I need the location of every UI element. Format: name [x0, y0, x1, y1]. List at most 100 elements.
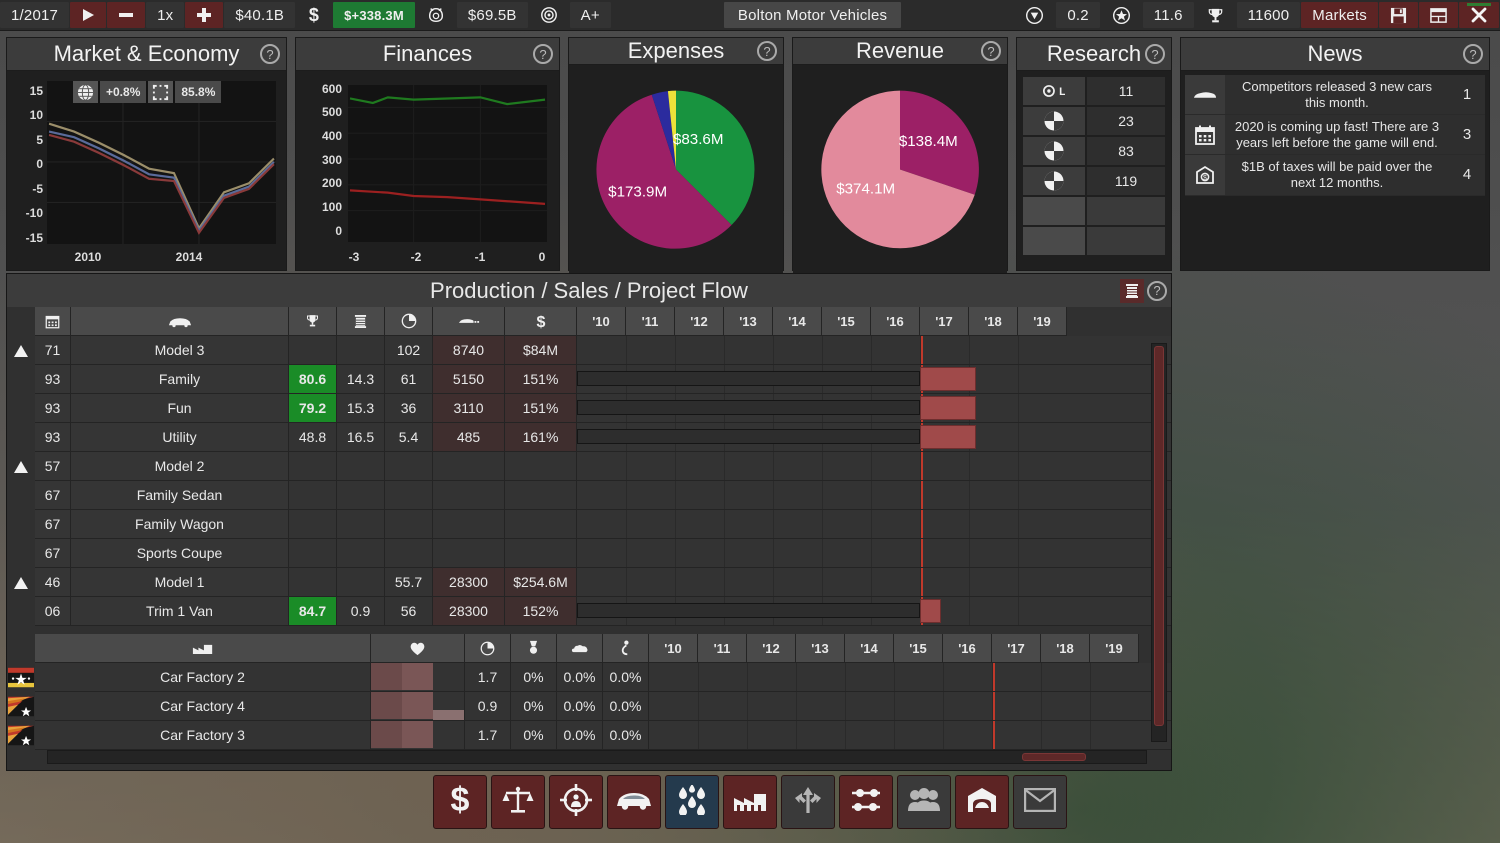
play-button[interactable]: [70, 2, 106, 28]
help-icon[interactable]: ?: [981, 41, 1001, 61]
col-header-workers[interactable]: [603, 634, 649, 663]
news-item[interactable]: $ $1B of taxes will be paid over the nex…: [1185, 155, 1485, 195]
speed-up-button[interactable]: [185, 2, 223, 28]
table-row[interactable]: 93Family80.614.3615150151%: [7, 365, 1171, 394]
horizontal-scrollbar[interactable]: [47, 750, 1147, 764]
factory-timeline-cell[interactable]: [649, 721, 1171, 750]
speed-down-button[interactable]: [107, 2, 145, 28]
trophy-icon[interactable]: [1195, 2, 1236, 28]
col-header-condition[interactable]: [371, 634, 465, 663]
window-icon[interactable]: [1419, 2, 1458, 28]
horizontal-scrollbar-thumb[interactable]: [1022, 753, 1086, 761]
timeline-cell[interactable]: [577, 423, 1171, 452]
factory-row[interactable]: Car Factory 31.70%0.0%0.0%: [7, 721, 1171, 750]
col-header-money[interactable]: $: [505, 307, 577, 336]
ledger-icon[interactable]: [1120, 279, 1144, 303]
expand-triangle-icon[interactable]: [7, 568, 35, 597]
panel-body: L 11 23: [1017, 71, 1171, 270]
table-row[interactable]: 67Family Sedan: [7, 481, 1171, 510]
col-header-factory[interactable]: [35, 634, 371, 663]
news-item[interactable]: 2020 is coming up fast! There are 3 year…: [1185, 115, 1485, 155]
timeline-cell[interactable]: [577, 336, 1171, 365]
factory-row[interactable]: Car Factory 21.70%0.0%0.0%: [7, 663, 1171, 692]
globe-icon[interactable]: [73, 81, 98, 103]
research-row-empty[interactable]: [1023, 197, 1165, 225]
dock-button-people[interactable]: [897, 775, 951, 829]
col-header-units[interactable]: [433, 307, 505, 336]
dock-button-scales[interactable]: [491, 775, 545, 829]
timeline-cell[interactable]: [577, 568, 1171, 597]
vertical-scrollbar-thumb[interactable]: [1154, 346, 1164, 726]
col-header-rating[interactable]: [289, 307, 337, 336]
help-icon[interactable]: ?: [533, 44, 553, 64]
factory-year-header: '10 '11 '12 '13 '14 '15 '16 '17 '18 '19: [649, 634, 1139, 663]
help-icon[interactable]: ?: [1145, 44, 1165, 64]
help-icon[interactable]: ?: [260, 44, 280, 64]
col-header-cost[interactable]: [337, 307, 385, 336]
timeline-cell[interactable]: [577, 481, 1171, 510]
research-row-empty[interactable]: [1023, 227, 1165, 255]
table-cell: [505, 510, 577, 539]
news-item[interactable]: Competitors released 3 new cars this mon…: [1185, 75, 1485, 115]
col-header-factory-share[interactable]: [465, 634, 511, 663]
table-row[interactable]: 93Utility48.816.55.4485161%: [7, 423, 1171, 452]
timeline-cell[interactable]: [577, 597, 1171, 626]
dock-button-dealer[interactable]: [955, 775, 1009, 829]
factory-timeline-cell[interactable]: [649, 663, 1171, 692]
factory-timeline-cell[interactable]: [649, 692, 1171, 721]
table-row[interactable]: 67Sports Coupe: [7, 539, 1171, 568]
dock-button-dollar[interactable]: $: [433, 775, 487, 829]
timeline-cell[interactable]: [577, 365, 1171, 394]
dock-button-sliders[interactable]: [839, 775, 893, 829]
save-icon[interactable]: [1379, 2, 1418, 28]
research-row[interactable]: 83: [1023, 137, 1165, 165]
star-icon[interactable]: [1101, 2, 1142, 28]
help-icon[interactable]: ?: [1147, 281, 1167, 301]
timeline-cell[interactable]: [577, 510, 1171, 539]
help-icon[interactable]: ?: [1463, 44, 1483, 64]
research-row[interactable]: 23: [1023, 107, 1165, 135]
expand-triangle-icon[interactable]: [7, 452, 35, 481]
dock-button-car[interactable]: [607, 775, 661, 829]
dollar-icon[interactable]: $: [296, 2, 332, 28]
dock-button-mail[interactable]: [1013, 775, 1067, 829]
expand-triangle-icon[interactable]: [7, 336, 35, 365]
company-title: Bolton Motor Vehicles: [724, 2, 901, 28]
col-header-model[interactable]: [71, 307, 289, 336]
research-row[interactable]: 119: [1023, 167, 1165, 195]
vertical-scrollbar[interactable]: [1151, 343, 1167, 742]
close-icon[interactable]: [1459, 2, 1499, 28]
table-row[interactable]: 57Model 2: [7, 452, 1171, 481]
table-cell: [289, 568, 337, 597]
market-stats: +0.8% 85.8: [73, 81, 221, 103]
table-row[interactable]: 71Model 31028740$84M: [7, 336, 1171, 365]
dock-button-arrows[interactable]: [781, 775, 835, 829]
dashed-square-icon[interactable]: [148, 81, 173, 103]
col-header-share[interactable]: [385, 307, 433, 336]
dock-button-target[interactable]: [549, 775, 603, 829]
table-row[interactable]: 06Trim 1 Van84.70.95628300152%: [7, 597, 1171, 626]
table-row[interactable]: 67Family Wagon: [7, 510, 1171, 539]
dock-button-parts[interactable]: [665, 775, 719, 829]
factory-row[interactable]: Car Factory 40.90%0.0%0.0%: [7, 692, 1171, 721]
timeline-cell[interactable]: [577, 394, 1171, 423]
target-icon[interactable]: [529, 2, 569, 28]
col-header-medal[interactable]: [511, 634, 557, 663]
dock-button-factory[interactable]: [723, 775, 777, 829]
production-title: Production / Sales / Project Flow: [430, 278, 748, 304]
gem-icon[interactable]: [1014, 2, 1055, 28]
col-header-date[interactable]: [35, 307, 71, 336]
col-header-pollution[interactable]: [557, 634, 603, 663]
x-tick: 0: [539, 250, 546, 264]
market-line-svg: [47, 81, 276, 244]
timeline-cell[interactable]: [577, 539, 1171, 568]
table-row[interactable]: 93Fun79.215.3363110151%: [7, 394, 1171, 423]
timeline-cell[interactable]: [577, 452, 1171, 481]
top-toolbar: 1/2017 1x $40.1B $ $+338.3M $69.5B A+ Bo…: [0, 0, 1500, 31]
markets-button[interactable]: Markets: [1301, 2, 1378, 28]
people-icon: [907, 788, 941, 817]
table-row[interactable]: 46Model 155.728300$254.6M: [7, 568, 1171, 597]
alarm-icon[interactable]: [416, 2, 456, 28]
help-icon[interactable]: ?: [757, 41, 777, 61]
research-row[interactable]: L 11: [1023, 77, 1165, 105]
